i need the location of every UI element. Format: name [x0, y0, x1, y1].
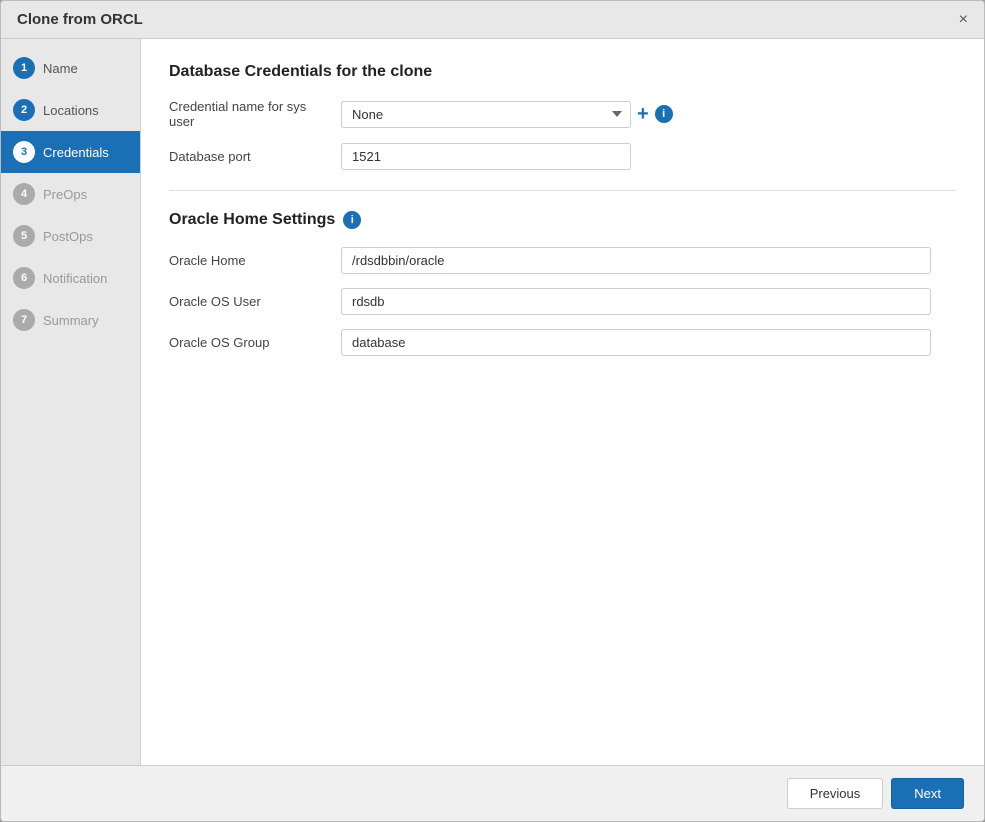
dialog-header: Clone from ORCL ×: [1, 1, 984, 39]
sidebar-item-label-notification: Notification: [43, 271, 107, 286]
sidebar-item-label-postops: PostOps: [43, 229, 93, 244]
section-divider: [169, 190, 956, 191]
main-content: Database Credentials for the clone Crede…: [141, 39, 984, 765]
oracle-user-group: Oracle OS User: [169, 288, 956, 315]
credential-name-group: Credential name for sys user None + i: [169, 99, 956, 129]
sidebar-item-name[interactable]: 1 Name: [1, 47, 140, 89]
oracle-group-input[interactable]: [341, 329, 931, 356]
dialog-body: 1 Name 2 Locations 3 Credentials 4 PreOp…: [1, 39, 984, 765]
oracle-group-label: Oracle OS Group: [169, 335, 329, 350]
oracle-info-icon[interactable]: i: [343, 211, 361, 229]
previous-button[interactable]: Previous: [787, 778, 884, 809]
database-port-label: Database port: [169, 149, 329, 164]
credential-name-label: Credential name for sys user: [169, 99, 329, 129]
oracle-home-label: Oracle Home: [169, 253, 329, 268]
oracle-section-title-row: Oracle Home Settings i: [169, 211, 956, 229]
next-button[interactable]: Next: [891, 778, 964, 809]
sidebar-item-preops[interactable]: 4 PreOps: [1, 173, 140, 215]
sidebar-item-postops[interactable]: 5 PostOps: [1, 215, 140, 257]
credential-info-icon[interactable]: i: [655, 105, 673, 123]
sidebar-item-notification[interactable]: 6 Notification: [1, 257, 140, 299]
clone-dialog: Clone from ORCL × 1 Name 2 Locations 3 C…: [0, 0, 985, 822]
oracle-user-input[interactable]: [341, 288, 931, 315]
sidebar-item-summary[interactable]: 7 Summary: [1, 299, 140, 341]
oracle-section-title: Oracle Home Settings: [169, 211, 335, 229]
oracle-home-group: Oracle Home: [169, 247, 956, 274]
oracle-group-group: Oracle OS Group: [169, 329, 956, 356]
step-badge-5: 5: [13, 225, 35, 247]
database-port-input[interactable]: [341, 143, 631, 170]
oracle-group-controls: [341, 329, 956, 356]
credentials-section-title: Database Credentials for the clone: [169, 63, 956, 81]
sidebar-item-label-credentials: Credentials: [43, 145, 109, 160]
sidebar-item-label-preops: PreOps: [43, 187, 87, 202]
step-badge-7: 7: [13, 309, 35, 331]
sidebar-item-label-summary: Summary: [43, 313, 99, 328]
credential-name-select[interactable]: None: [341, 101, 631, 128]
sidebar: 1 Name 2 Locations 3 Credentials 4 PreOp…: [1, 39, 141, 765]
sidebar-item-label-name: Name: [43, 61, 78, 76]
sidebar-item-locations[interactable]: 2 Locations: [1, 89, 140, 131]
step-badge-2: 2: [13, 99, 35, 121]
oracle-home-controls: [341, 247, 956, 274]
credential-name-controls: None + i: [341, 101, 956, 128]
database-port-controls: [341, 143, 956, 170]
database-port-group: Database port: [169, 143, 956, 170]
oracle-home-input[interactable]: [341, 247, 931, 274]
sidebar-item-credentials[interactable]: 3 Credentials: [1, 131, 140, 173]
step-badge-6: 6: [13, 267, 35, 289]
step-badge-4: 4: [13, 183, 35, 205]
oracle-user-controls: [341, 288, 956, 315]
step-badge-1: 1: [13, 57, 35, 79]
oracle-user-label: Oracle OS User: [169, 294, 329, 309]
close-button[interactable]: ×: [959, 12, 968, 28]
step-badge-3: 3: [13, 141, 35, 163]
add-credential-button[interactable]: +: [637, 104, 649, 124]
sidebar-item-label-locations: Locations: [43, 103, 99, 118]
dialog-footer: Previous Next: [1, 765, 984, 821]
dialog-title: Clone from ORCL: [17, 11, 143, 28]
